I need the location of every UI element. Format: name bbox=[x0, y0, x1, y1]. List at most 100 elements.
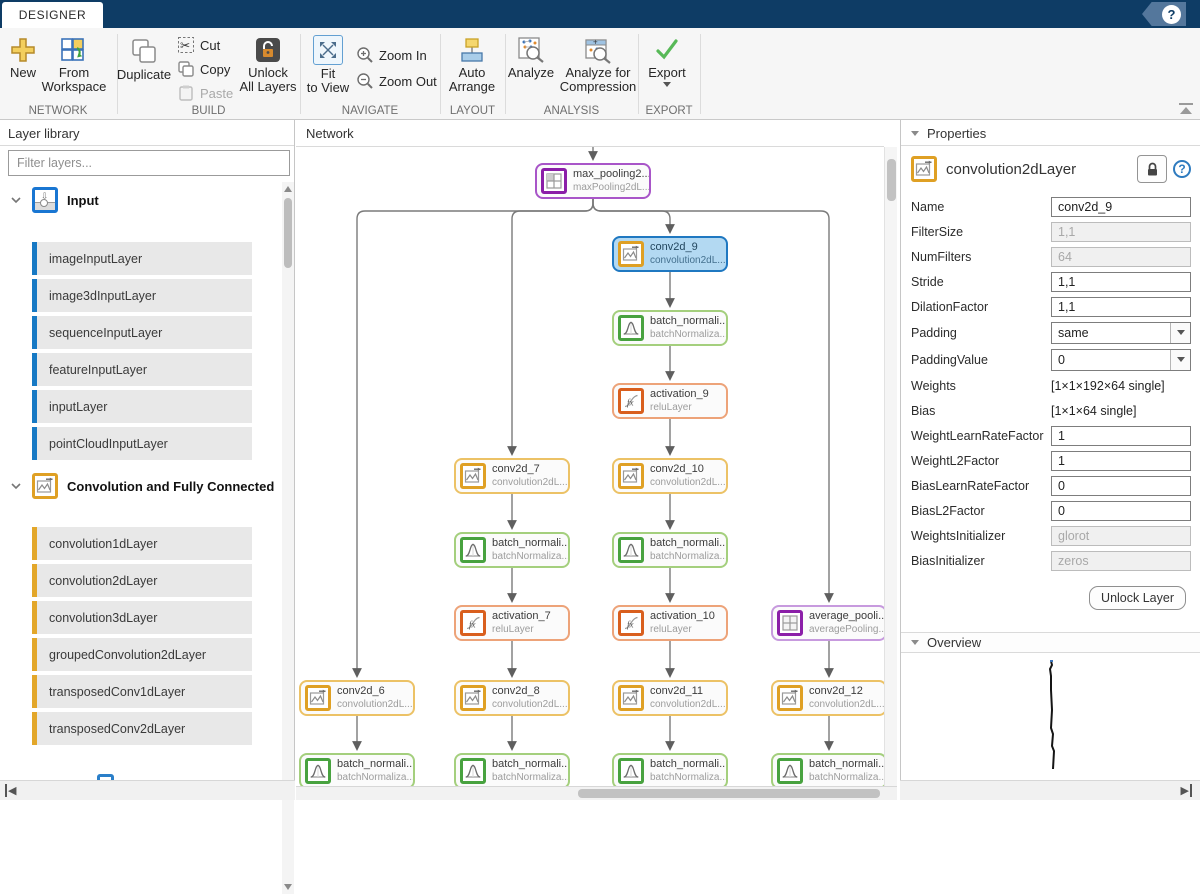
list-item-featureInputLayer[interactable]: featureInputLayer bbox=[32, 353, 252, 386]
node-average-pooling[interactable]: average_pooli...averagePooling... bbox=[771, 605, 884, 641]
batchnorm-layer-icon bbox=[460, 537, 486, 563]
overview-minimap[interactable] bbox=[901, 653, 1200, 779]
scrollbar-thumb[interactable] bbox=[887, 159, 896, 201]
collapse-ribbon-button[interactable] bbox=[1178, 103, 1194, 115]
property-row-paddingvalue: PaddingValue 0 bbox=[911, 346, 1191, 373]
unlock-layer-button[interactable]: Unlock Layer bbox=[1089, 586, 1186, 610]
analyze-for-compression-button[interactable]: + Analyze for Compression bbox=[556, 36, 640, 94]
weightlearnratefactor-field[interactable] bbox=[1051, 426, 1191, 446]
auto-arrange-button[interactable]: Auto Arrange bbox=[440, 36, 504, 94]
node-conv2d-6[interactable]: conv2d_6convolution2dL... bbox=[299, 680, 415, 716]
padding-dropdown[interactable]: same bbox=[1051, 322, 1191, 344]
weightl2factor-field[interactable] bbox=[1051, 451, 1191, 471]
convolution-layer-icon bbox=[618, 241, 644, 267]
list-item-imageInputLayer[interactable]: imageInputLayer bbox=[32, 242, 252, 275]
biasl2factor-field[interactable] bbox=[1051, 501, 1191, 521]
group-label-network: NETWORK bbox=[10, 105, 106, 117]
duplicate-icon bbox=[129, 36, 159, 66]
canvas-horizontal-scrollbar[interactable] bbox=[296, 786, 897, 800]
node-batch-normalization[interactable]: batch_normali...batchNormaliza... bbox=[771, 753, 884, 786]
property-row-numfilters: NumFilters bbox=[911, 244, 1191, 269]
from-workspace-button[interactable]: From Workspace bbox=[38, 36, 110, 94]
dropdown-arrow-icon[interactable] bbox=[1170, 350, 1190, 370]
property-row-filtersize: FilterSize bbox=[911, 219, 1191, 244]
zoom-out-icon bbox=[356, 72, 374, 90]
unlock-all-layers-button[interactable]: Unlock All Layers bbox=[230, 36, 306, 94]
collapse-triangle-icon[interactable] bbox=[911, 131, 919, 136]
list-item-inputLayer[interactable]: inputLayer bbox=[32, 390, 252, 423]
node-conv2d-8[interactable]: conv2d_8convolution2dL... bbox=[454, 680, 570, 716]
scrollbar-thumb[interactable] bbox=[284, 198, 292, 268]
titlebar: DESIGNER ? bbox=[0, 0, 1200, 28]
filter-layers-input[interactable] bbox=[8, 150, 290, 176]
zoom-out-button[interactable]: Zoom Out bbox=[356, 72, 437, 90]
section-header-convolution[interactable]: Convolution and Fully Connected bbox=[0, 472, 280, 500]
selected-layer-header: convolution2dLayer ? bbox=[911, 154, 1191, 184]
group-label-analysis: ANALYSIS bbox=[505, 105, 638, 117]
scroll-up-arrow[interactable] bbox=[284, 186, 292, 192]
list-item-convolution1dLayer[interactable]: convolution1dLayer bbox=[32, 527, 252, 560]
collapse-panel-left-icon[interactable]: ◀ bbox=[5, 784, 16, 797]
group-label-build: BUILD bbox=[117, 105, 300, 117]
node-conv2d-12[interactable]: conv2d_12convolution2dL... bbox=[771, 680, 884, 716]
canvas-vertical-scrollbar[interactable] bbox=[884, 147, 897, 786]
new-button[interactable]: New bbox=[4, 36, 42, 80]
node-activation-10[interactable]: activation_10reluLayer bbox=[612, 605, 728, 641]
paddingvalue-dropdown[interactable]: 0 bbox=[1051, 349, 1191, 371]
list-item-convolution2dLayer[interactable]: convolution2dLayer bbox=[32, 564, 252, 597]
dilationfactor-field[interactable] bbox=[1051, 297, 1191, 317]
list-item-pointCloudInputLayer[interactable]: pointCloudInputLayer bbox=[32, 427, 252, 460]
lock-layer-button[interactable] bbox=[1137, 155, 1167, 183]
svg-text:+: + bbox=[593, 38, 598, 47]
weights-value: [1×1×192×64 single] bbox=[1051, 379, 1191, 393]
network-canvas[interactable]: max_pooling2...maxPooling2dL... conv2d_9… bbox=[296, 147, 884, 786]
convolution-layer-icon bbox=[618, 685, 644, 711]
node-batch-normalization[interactable]: batch_normali...batchNormaliza... bbox=[612, 753, 728, 786]
node-activation-7[interactable]: activation_7reluLayer bbox=[454, 605, 570, 641]
property-row-biasl2factor: BiasL2Factor bbox=[911, 498, 1191, 523]
properties-bottom-bar: ▶ bbox=[900, 780, 1200, 800]
scroll-down-arrow[interactable] bbox=[284, 884, 292, 890]
node-activation-9[interactable]: activation_9reluLayer bbox=[612, 383, 728, 419]
dropdown-arrow-icon[interactable] bbox=[1170, 323, 1190, 343]
node-max-pooling2[interactable]: max_pooling2...maxPooling2dL... bbox=[535, 163, 651, 199]
tab-designer[interactable]: DESIGNER bbox=[2, 2, 103, 28]
property-row-weights: Weights [1×1×192×64 single] bbox=[911, 373, 1191, 398]
node-batch-normalization[interactable]: batch_normali...batchNormaliza... bbox=[612, 532, 728, 568]
cut-button[interactable]: ✂ Cut bbox=[177, 36, 220, 54]
copy-button[interactable]: Copy bbox=[177, 60, 230, 78]
collapse-triangle-icon[interactable] bbox=[911, 640, 919, 645]
biaslearnratefactor-field[interactable] bbox=[1051, 476, 1191, 496]
node-conv2d-7[interactable]: conv2d_7convolution2dL... bbox=[454, 458, 570, 494]
zoom-in-button[interactable]: Zoom In bbox=[356, 46, 427, 64]
layer-help-button[interactable]: ? bbox=[1173, 160, 1191, 178]
stride-field[interactable] bbox=[1051, 272, 1191, 292]
help-button[interactable]: ? bbox=[1142, 2, 1186, 26]
node-conv2d-10[interactable]: conv2d_10convolution2dL... bbox=[612, 458, 728, 494]
node-conv2d-11[interactable]: conv2d_11convolution2dL... bbox=[612, 680, 728, 716]
analyze-button[interactable]: Analyze bbox=[503, 36, 559, 80]
list-item-transposedConv2dLayer[interactable]: transposedConv2dLayer bbox=[32, 712, 252, 745]
list-item-transposedConv1dLayer[interactable]: transposedConv1dLayer bbox=[32, 675, 252, 708]
node-batch-normalization[interactable]: batch_normali...batchNormaliza... bbox=[612, 310, 728, 346]
section-header-input[interactable]: ⇩ Input bbox=[0, 186, 280, 214]
collapse-panel-right-icon[interactable]: ▶ bbox=[1181, 784, 1192, 797]
list-item-convolution3dLayer[interactable]: convolution3dLayer bbox=[32, 601, 252, 634]
scrollbar-thumb[interactable] bbox=[578, 789, 880, 798]
property-row-stride: Stride bbox=[911, 269, 1191, 294]
workspace-grid-icon bbox=[59, 36, 89, 64]
node-batch-normalization[interactable]: batch_normali...batchNormaliza... bbox=[299, 753, 415, 786]
fit-to-view-button[interactable]: Fit to View bbox=[303, 35, 353, 95]
property-row-weightsinitializer: WeightsInitializer bbox=[911, 523, 1191, 548]
node-conv2d-9-selected[interactable]: conv2d_9convolution2dL... bbox=[612, 236, 728, 272]
list-item-sequenceInputLayer[interactable]: sequenceInputLayer bbox=[32, 316, 252, 349]
name-field[interactable] bbox=[1051, 197, 1191, 217]
list-item-image3dInputLayer[interactable]: image3dInputLayer bbox=[32, 279, 252, 312]
duplicate-button[interactable]: Duplicate bbox=[112, 36, 176, 82]
export-button[interactable]: Export bbox=[638, 36, 696, 87]
batchnorm-layer-icon bbox=[618, 315, 644, 341]
node-batch-normalization[interactable]: batch_normali...batchNormaliza... bbox=[454, 532, 570, 568]
list-item-groupedConvolution2dLayer[interactable]: groupedConvolution2dLayer bbox=[32, 638, 252, 671]
overview-header: Overview bbox=[901, 632, 1200, 653]
node-batch-normalization[interactable]: batch_normali...batchNormaliza... bbox=[454, 753, 570, 786]
